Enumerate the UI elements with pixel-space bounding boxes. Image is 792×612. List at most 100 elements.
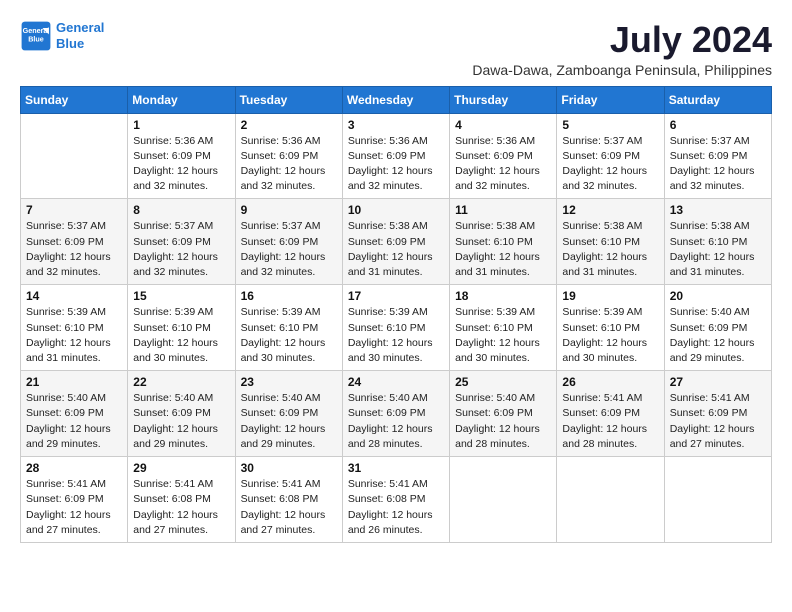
logo: General Blue General Blue [20,20,104,52]
day-info: Sunrise: 5:37 AM Sunset: 6:09 PM Dayligh… [562,134,658,195]
calendar-cell: 8Sunrise: 5:37 AM Sunset: 6:09 PM Daylig… [128,199,235,285]
day-info: Sunrise: 5:39 AM Sunset: 6:10 PM Dayligh… [26,305,122,366]
day-number: 30 [241,461,337,475]
calendar-cell: 19 Sunrise: 5:39 AM Sunset: 6:10 PM Dayli… [557,285,664,371]
calendar-cell: 6 Sunrise: 5:37 AM Sunset: 6:09 PM Daylig… [664,113,771,199]
day-info: Sunrise: 5:41 AM Sunset: 6:08 PM Dayligh… [133,477,229,538]
calendar-cell: 10 Sunrise: 5:38 AM Sunset: 6:09 PM Dayli… [342,199,449,285]
header-tuesday: Tuesday [235,86,342,113]
calendar-cell: 30Sunrise: 5:41 AM Sunset: 6:08 PM Dayli… [235,457,342,543]
calendar-cell: 28 Sunrise: 5:41 AM Sunset: 6:09 PM Dayli… [21,457,128,543]
header-monday: Monday [128,86,235,113]
calendar-cell: 21Sunrise: 5:40 AM Sunset: 6:09 PM Dayli… [21,371,128,457]
page-header: General Blue General Blue July 2024 Dawa… [20,20,772,78]
day-info: Sunrise: 5:41 AM Sunset: 6:08 PM Dayligh… [348,477,444,538]
header-sunday: Sunday [21,86,128,113]
calendar-cell: 25 Sunrise: 5:40 AM Sunset: 6:09 PM Dayli… [450,371,557,457]
logo-icon: General Blue [20,20,52,52]
week-row-5: 28 Sunrise: 5:41 AM Sunset: 6:09 PM Dayli… [21,457,772,543]
day-number: 22 [133,375,229,389]
calendar-cell: 22Sunrise: 5:40 AM Sunset: 6:09 PM Dayli… [128,371,235,457]
day-info: Sunrise: 5:40 AM Sunset: 6:09 PM Dayligh… [348,391,444,452]
day-number: 26 [562,375,658,389]
calendar-cell: 24Sunrise: 5:40 AM Sunset: 6:09 PM Dayli… [342,371,449,457]
calendar-cell: 27Sunrise: 5:41 AM Sunset: 6:09 PM Dayli… [664,371,771,457]
day-number: 17 [348,289,444,303]
day-number: 6 [670,118,766,132]
day-info: Sunrise: 5:40 AM Sunset: 6:09 PM Dayligh… [455,391,551,452]
calendar-cell: 14 Sunrise: 5:39 AM Sunset: 6:10 PM Dayli… [21,285,128,371]
calendar-cell: 17 Sunrise: 5:39 AM Sunset: 6:10 PM Dayli… [342,285,449,371]
day-number: 31 [348,461,444,475]
day-info: Sunrise: 5:37 AM Sunset: 6:09 PM Dayligh… [241,219,337,280]
day-info: Sunrise: 5:39 AM Sunset: 6:10 PM Dayligh… [455,305,551,366]
calendar-cell: 1Sunrise: 5:36 AM Sunset: 6:09 PM Daylig… [128,113,235,199]
day-info: Sunrise: 5:39 AM Sunset: 6:10 PM Dayligh… [241,305,337,366]
calendar-cell: 15Sunrise: 5:39 AM Sunset: 6:10 PM Dayli… [128,285,235,371]
main-title: July 2024 [472,20,772,60]
calendar-cell: 23Sunrise: 5:40 AM Sunset: 6:09 PM Dayli… [235,371,342,457]
calendar-cell: 3 Sunrise: 5:36 AM Sunset: 6:09 PM Daylig… [342,113,449,199]
day-info: Sunrise: 5:41 AM Sunset: 6:09 PM Dayligh… [670,391,766,452]
day-number: 10 [348,203,444,217]
day-number: 11 [455,203,551,217]
day-info: Sunrise: 5:36 AM Sunset: 6:09 PM Dayligh… [348,134,444,195]
day-info: Sunrise: 5:40 AM Sunset: 6:09 PM Dayligh… [26,391,122,452]
day-info: Sunrise: 5:37 AM Sunset: 6:09 PM Dayligh… [26,219,122,280]
calendar-cell: 29 Sunrise: 5:41 AM Sunset: 6:08 PM Dayli… [128,457,235,543]
calendar-cell: 12 Sunrise: 5:38 AM Sunset: 6:10 PM Dayli… [557,199,664,285]
calendar-cell: 20 Sunrise: 5:40 AM Sunset: 6:09 PM Dayli… [664,285,771,371]
calendar-cell [557,457,664,543]
header-wednesday: Wednesday [342,86,449,113]
logo-text: General Blue [56,20,104,51]
calendar-cell: 31 Sunrise: 5:41 AM Sunset: 6:08 PM Dayli… [342,457,449,543]
day-number: 5 [562,118,658,132]
day-info: Sunrise: 5:38 AM Sunset: 6:10 PM Dayligh… [670,219,766,280]
day-info: Sunrise: 5:36 AM Sunset: 6:09 PM Dayligh… [241,134,337,195]
day-number: 15 [133,289,229,303]
calendar-table: SundayMondayTuesdayWednesdayThursdayFrid… [20,86,772,543]
calendar-cell: 5 Sunrise: 5:37 AM Sunset: 6:09 PM Daylig… [557,113,664,199]
week-row-3: 14 Sunrise: 5:39 AM Sunset: 6:10 PM Dayli… [21,285,772,371]
subtitle: Dawa-Dawa, Zamboanga Peninsula, Philippi… [472,62,772,78]
calendar-cell: 4 Sunrise: 5:36 AM Sunset: 6:09 PM Daylig… [450,113,557,199]
svg-text:Blue: Blue [28,35,44,44]
day-info: Sunrise: 5:40 AM Sunset: 6:09 PM Dayligh… [241,391,337,452]
week-row-4: 21Sunrise: 5:40 AM Sunset: 6:09 PM Dayli… [21,371,772,457]
day-number: 9 [241,203,337,217]
day-number: 18 [455,289,551,303]
day-number: 29 [133,461,229,475]
calendar-cell: 9 Sunrise: 5:37 AM Sunset: 6:09 PM Daylig… [235,199,342,285]
day-number: 19 [562,289,658,303]
header-thursday: Thursday [450,86,557,113]
day-info: Sunrise: 5:40 AM Sunset: 6:09 PM Dayligh… [670,305,766,366]
day-number: 28 [26,461,122,475]
calendar-cell: 2Sunrise: 5:36 AM Sunset: 6:09 PM Daylig… [235,113,342,199]
day-info: Sunrise: 5:36 AM Sunset: 6:09 PM Dayligh… [455,134,551,195]
day-info: Sunrise: 5:38 AM Sunset: 6:09 PM Dayligh… [348,219,444,280]
day-info: Sunrise: 5:37 AM Sunset: 6:09 PM Dayligh… [670,134,766,195]
day-number: 20 [670,289,766,303]
calendar-cell: 18 Sunrise: 5:39 AM Sunset: 6:10 PM Dayli… [450,285,557,371]
week-row-1: 1 Sunrise: 5:36 AM Sunset: 6:09 PM Daylig… [21,113,772,199]
calendar-cell [21,113,128,199]
day-info: Sunrise: 5:41 AM Sunset: 6:09 PM Dayligh… [562,391,658,452]
day-number: 3 [348,118,444,132]
day-number: 12 [562,203,658,217]
day-number: 8 [133,203,229,217]
day-number: 16 [241,289,337,303]
day-number: 4 [455,118,551,132]
day-info: Sunrise: 5:39 AM Sunset: 6:10 PM Dayligh… [348,305,444,366]
calendar-cell: 13 Sunrise: 5:38 AM Sunset: 6:10 PM Dayli… [664,199,771,285]
day-number: 7 [26,203,122,217]
day-number: 25 [455,375,551,389]
day-info: Sunrise: 5:39 AM Sunset: 6:10 PM Dayligh… [562,305,658,366]
day-info: Sunrise: 5:41 AM Sunset: 6:09 PM Dayligh… [26,477,122,538]
calendar-cell [450,457,557,543]
day-number: 13 [670,203,766,217]
day-info: Sunrise: 5:38 AM Sunset: 6:10 PM Dayligh… [455,219,551,280]
day-number: 1 [133,118,229,132]
calendar-cell: 7 Sunrise: 5:37 AM Sunset: 6:09 PM Daylig… [21,199,128,285]
day-info: Sunrise: 5:38 AM Sunset: 6:10 PM Dayligh… [562,219,658,280]
day-number: 14 [26,289,122,303]
